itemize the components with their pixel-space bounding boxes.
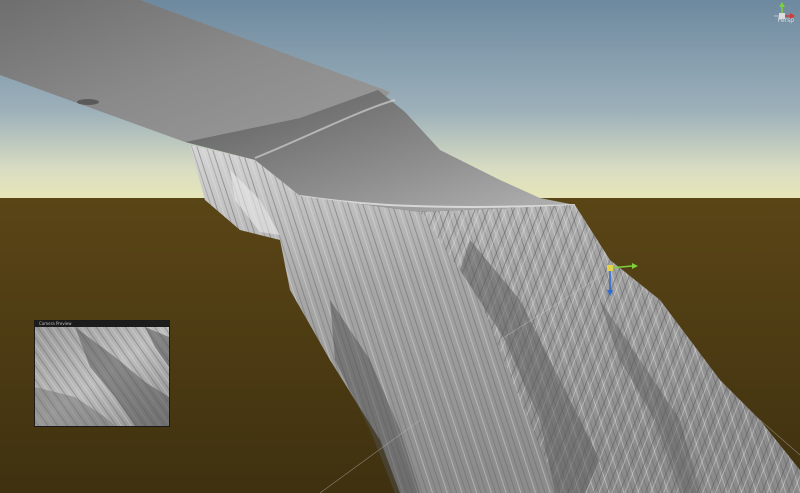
orientation-gizmo-icon[interactable]	[768, 2, 796, 30]
terrain-crater	[77, 99, 99, 105]
camera-preview-image	[35, 327, 169, 426]
projection-label[interactable]: Persp	[778, 17, 795, 24]
scene-viewport[interactable]: Persp Camera Preview	[0, 0, 800, 493]
camera-preview-panel: Camera Preview	[34, 320, 170, 427]
